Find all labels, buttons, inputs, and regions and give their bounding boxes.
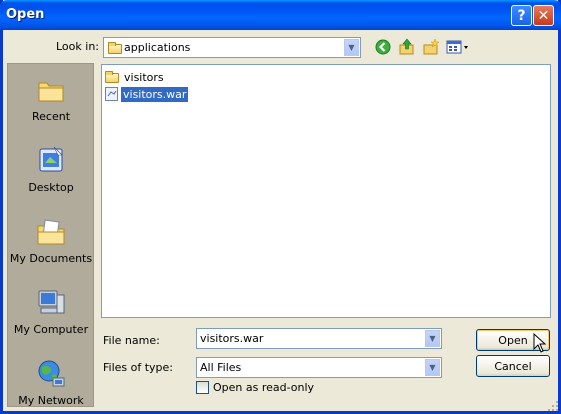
place-label: Recent — [31, 110, 71, 123]
place-my-computer[interactable]: My Computer — [8, 287, 94, 336]
readonly-label: Open as read-only — [213, 381, 315, 394]
dialog-title: Open — [6, 7, 45, 22]
file-name-field[interactable]: visitors.war ▼ — [196, 328, 442, 349]
chevron-down-icon[interactable]: ▼ — [425, 359, 440, 376]
file-type-dropdown[interactable]: All Files ▼ — [196, 357, 442, 378]
place-label: My Network — [18, 394, 84, 407]
place-label: Desktop — [28, 181, 74, 194]
resize-grip-icon[interactable] — [547, 400, 559, 412]
back-icon[interactable] — [373, 37, 393, 57]
file-list[interactable]: visitors visitors.war — [101, 64, 551, 318]
place-my-documents[interactable]: My Documents — [8, 216, 94, 265]
places-bar: Recent Desktop My Documents My Computer … — [7, 63, 94, 407]
file-type-label: Files of type: — [103, 361, 174, 374]
recent-folder-icon — [35, 74, 67, 106]
place-desktop[interactable]: Desktop — [8, 145, 94, 194]
folder-icon — [108, 42, 122, 54]
look-in-label: Look in: — [56, 40, 99, 53]
file-name-label: File name: — [103, 334, 160, 347]
place-my-network[interactable]: My Network — [8, 358, 94, 407]
mouse-cursor-icon — [533, 333, 547, 353]
up-folder-icon[interactable] — [397, 37, 417, 57]
file-name: visitors.war — [121, 86, 189, 102]
my-computer-icon — [35, 287, 67, 319]
file-name-value: visitors.war — [200, 332, 264, 345]
cancel-button[interactable]: Cancel — [476, 355, 550, 377]
list-item[interactable]: visitors — [105, 69, 166, 85]
place-label: My Documents — [9, 252, 93, 265]
my-network-icon — [35, 358, 67, 390]
chevron-down-icon[interactable]: ▼ — [425, 330, 440, 347]
close-button[interactable]: ✕ — [533, 5, 554, 26]
file-name: visitors — [124, 70, 164, 84]
place-label: My Computer — [13, 323, 89, 336]
title-bar[interactable]: Open ? ✕ — [0, 0, 561, 30]
look-in-value: applications — [124, 41, 191, 54]
look-in-dropdown[interactable]: applications ▼ — [103, 37, 361, 58]
view-menu-icon[interactable] — [445, 37, 471, 57]
folder-icon — [105, 71, 119, 83]
desktop-icon — [35, 145, 67, 177]
file-type-value: All Files — [200, 361, 242, 374]
place-recent[interactable]: Recent — [8, 74, 94, 123]
my-documents-icon — [35, 216, 67, 248]
readonly-checkbox[interactable] — [196, 381, 209, 394]
new-folder-icon[interactable] — [421, 37, 441, 57]
help-button[interactable]: ? — [511, 5, 532, 26]
list-item[interactable]: visitors.war — [105, 86, 189, 102]
chevron-down-icon[interactable]: ▼ — [344, 39, 359, 56]
readonly-option[interactable]: Open as read-only — [196, 381, 314, 394]
war-file-icon — [105, 87, 118, 101]
